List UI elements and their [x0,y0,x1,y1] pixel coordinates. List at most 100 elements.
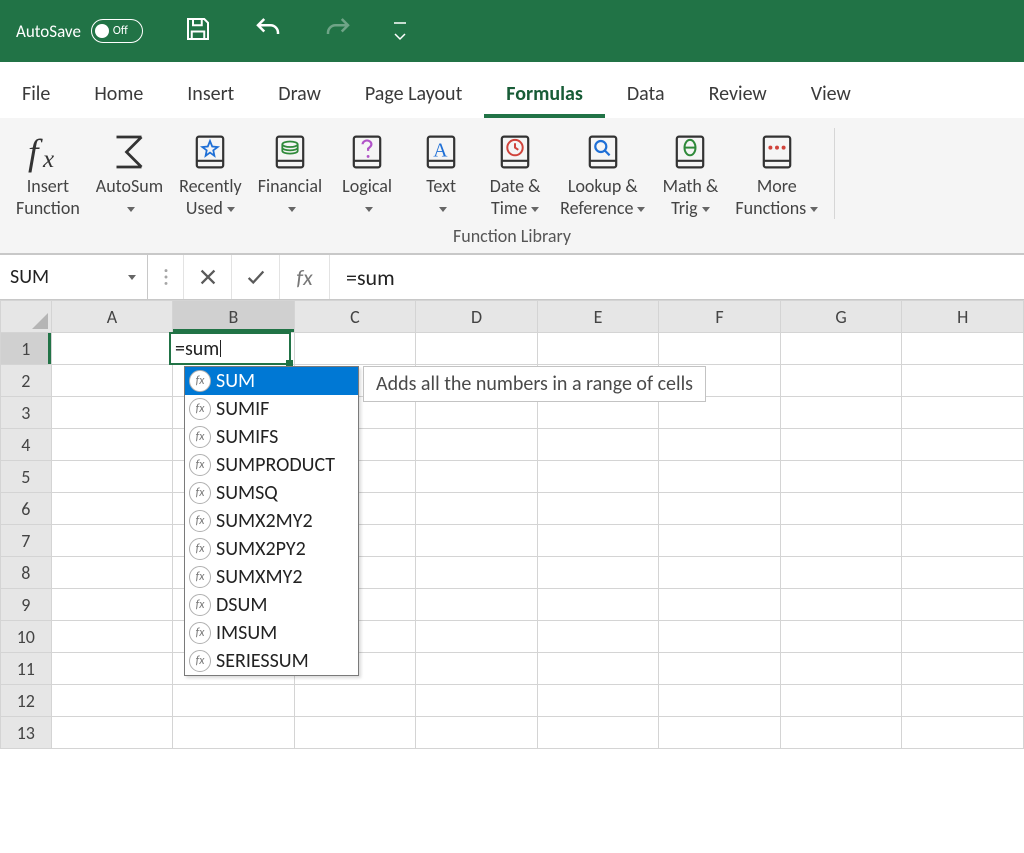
tab-home[interactable]: Home [72,76,165,118]
row-header[interactable]: 11 [1,653,52,685]
more-functions-button[interactable]: More Functions [727,128,826,219]
cell[interactable] [659,525,781,557]
cell[interactable] [659,685,781,717]
math-trig-button[interactable]: Math & Trig [653,128,727,219]
cell[interactable] [173,685,295,717]
cell[interactable] [51,557,173,589]
cell[interactable] [173,333,295,365]
cell[interactable] [902,333,1024,365]
cell[interactable] [51,461,173,493]
cell[interactable] [51,717,173,749]
tab-file[interactable]: File [0,76,72,118]
cell[interactable] [416,653,538,685]
save-icon[interactable] [183,14,213,48]
cell[interactable] [659,621,781,653]
cell[interactable] [780,717,902,749]
cell[interactable] [416,557,538,589]
name-box[interactable]: SUM [0,255,148,299]
cell[interactable] [537,493,659,525]
col-header[interactable]: H [902,301,1024,333]
cell[interactable] [416,589,538,621]
cell[interactable] [780,685,902,717]
enter-formula-button[interactable] [232,255,280,299]
cell[interactable] [902,589,1024,621]
cell[interactable] [51,397,173,429]
cell[interactable] [780,397,902,429]
cell[interactable] [51,429,173,461]
cell[interactable] [537,621,659,653]
cell[interactable] [416,429,538,461]
autocomplete-item[interactable]: fxSERIESSUM [185,647,358,675]
row-header[interactable]: 6 [1,493,52,525]
cell[interactable] [659,429,781,461]
col-header[interactable]: D [416,301,538,333]
insert-function-button[interactable]: fx Insert Function [8,128,88,219]
cell[interactable] [902,365,1024,397]
date-time-button[interactable]: Date & Time [478,128,552,219]
select-all-corner[interactable] [1,301,52,333]
cell[interactable] [537,557,659,589]
cell[interactable] [416,717,538,749]
cell[interactable] [780,557,902,589]
cell[interactable] [416,493,538,525]
cell[interactable] [902,525,1024,557]
cell[interactable] [902,397,1024,429]
qat-customize-icon[interactable] [393,22,407,41]
cell[interactable] [780,461,902,493]
cell[interactable] [51,589,173,621]
cell[interactable] [902,493,1024,525]
logical-button[interactable]: Logical [330,128,404,219]
cell[interactable] [537,589,659,621]
row-header[interactable]: 12 [1,685,52,717]
cell[interactable] [294,685,416,717]
cell[interactable] [51,525,173,557]
autocomplete-item[interactable]: fxSUMXMY2 [185,563,358,591]
autocomplete-item[interactable]: fxDSUM [185,591,358,619]
lookup-reference-button[interactable]: Lookup & Reference [552,128,653,219]
spreadsheet-grid[interactable]: A B C D E F G H 12345678910111213 =sum f… [0,300,1024,749]
col-header[interactable]: A [51,301,173,333]
cell[interactable] [780,589,902,621]
tab-draw[interactable]: Draw [256,76,343,118]
row-header[interactable]: 8 [1,557,52,589]
cell[interactable] [902,429,1024,461]
cell[interactable] [537,525,659,557]
cell[interactable] [416,685,538,717]
tab-data[interactable]: Data [605,76,687,118]
autocomplete-item[interactable]: fxSUMIFS [185,423,358,451]
col-header[interactable]: F [659,301,781,333]
row-header[interactable]: 9 [1,589,52,621]
formula-bar-options-icon[interactable] [148,255,184,299]
cell[interactable] [780,653,902,685]
cell[interactable] [537,429,659,461]
cell[interactable] [416,461,538,493]
cell[interactable] [659,589,781,621]
cell[interactable] [780,365,902,397]
autocomplete-item[interactable]: fxSUMX2MY2 [185,507,358,535]
row-header[interactable]: 13 [1,717,52,749]
cell[interactable] [902,717,1024,749]
autocomplete-item[interactable]: fxSUMX2PY2 [185,535,358,563]
tab-view[interactable]: View [789,76,873,118]
cell[interactable] [294,717,416,749]
row-header[interactable]: 5 [1,461,52,493]
financial-button[interactable]: Financial [250,128,330,219]
cell[interactable] [51,685,173,717]
cell[interactable] [780,429,902,461]
cell[interactable] [780,525,902,557]
cell[interactable] [416,333,538,365]
autocomplete-item[interactable]: fxIMSUM [185,619,358,647]
cell[interactable] [902,685,1024,717]
text-button[interactable]: A Text [404,128,478,219]
cancel-formula-button[interactable] [184,255,232,299]
cell[interactable] [51,621,173,653]
col-header[interactable]: B [173,301,295,333]
cell[interactable] [537,717,659,749]
cell[interactable] [659,717,781,749]
row-header[interactable]: 7 [1,525,52,557]
row-header[interactable]: 10 [1,621,52,653]
autocomplete-item[interactable]: fxSUMIF [185,395,358,423]
cell[interactable] [51,333,173,365]
col-header[interactable]: G [780,301,902,333]
row-header[interactable]: 1 [1,333,52,365]
